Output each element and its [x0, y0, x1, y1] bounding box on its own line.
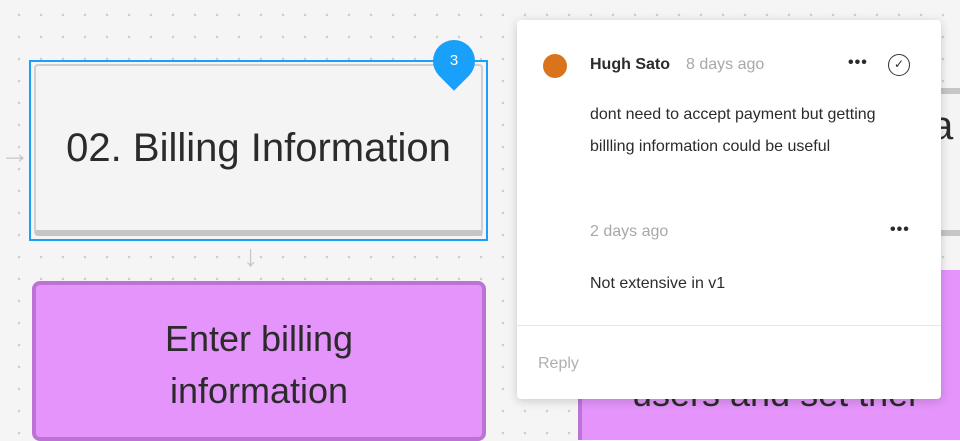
enter-billing-card[interactable]: Enter billing information — [32, 281, 486, 441]
selection-outline — [29, 60, 488, 241]
reply-input[interactable]: Reply — [538, 355, 579, 373]
comment-pin[interactable]: 3 — [424, 31, 484, 91]
comment-body: dont need to accept payment but getting … — [590, 106, 876, 155]
comment-thread-popup: Hugh Sato 8 days ago ••• ✓ dont need to … — [517, 20, 941, 399]
reply-timestamp: 2 days ago — [590, 223, 669, 240]
resolve-check-icon[interactable]: ✓ — [888, 54, 910, 76]
avatar — [543, 54, 567, 78]
connector-arrow-down-icon: ↓ — [243, 240, 258, 273]
connector-arrow-right-icon: → — [0, 137, 30, 170]
card-line: information — [169, 370, 349, 411]
reply-more-options-icon[interactable]: ••• — [890, 221, 910, 239]
card-line: Enter billing — [164, 318, 354, 359]
more-options-icon[interactable]: ••• — [848, 54, 868, 72]
divider — [517, 325, 941, 326]
comment-author: Hugh Sato — [590, 56, 670, 73]
reply-body: Not extensive in v1 — [590, 275, 726, 292]
comment-count: 3 — [449, 52, 459, 69]
comment-timestamp: 8 days ago — [686, 56, 765, 73]
